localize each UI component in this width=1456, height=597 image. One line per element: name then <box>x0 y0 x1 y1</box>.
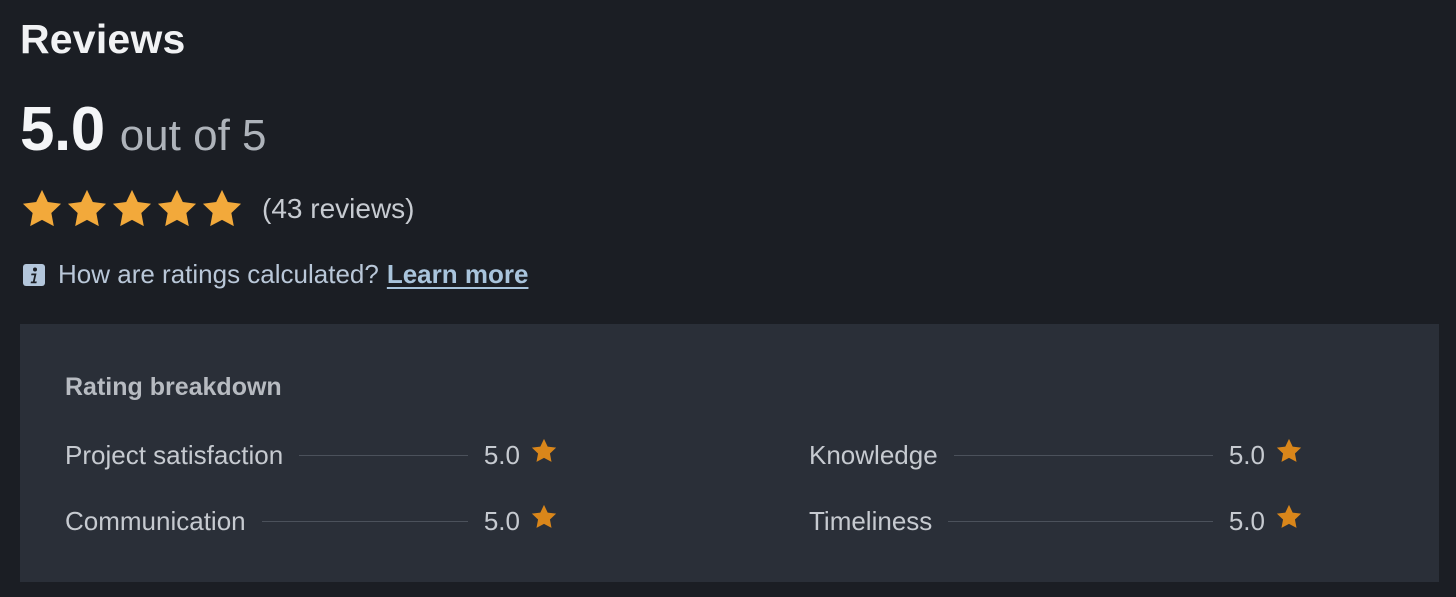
star-icon <box>530 437 558 465</box>
star-icon <box>1275 437 1303 465</box>
star-icon <box>200 187 244 231</box>
learn-more-link[interactable]: Learn more <box>387 259 529 290</box>
score-value: 5.0 <box>20 95 105 164</box>
rating-breakdown-title: Rating breakdown <box>65 373 282 401</box>
info-icon <box>22 263 46 287</box>
overall-stars-row: (43 reviews) <box>20 187 414 231</box>
breakdown-label: Timeliness <box>809 505 933 536</box>
overall-score: 5.0 out of 5 <box>20 94 266 165</box>
breakdown-label: Knowledge <box>809 439 938 470</box>
breakdown-value: 5.0 <box>483 439 520 470</box>
divider-line <box>299 454 468 456</box>
breakdown-value: 5.0 <box>483 505 520 536</box>
star-icon <box>110 187 154 231</box>
divider-line <box>953 454 1213 456</box>
star-icon <box>20 187 64 231</box>
breakdown-row: Project satisfaction 5.0 <box>65 435 558 475</box>
review-count: (43 reviews) <box>262 193 415 224</box>
reviews-title: Reviews <box>20 16 186 62</box>
breakdown-value: 5.0 <box>1228 439 1265 470</box>
star-icon <box>530 503 558 531</box>
breakdown-row: Timeliness 5.0 <box>809 501 1303 541</box>
score-suffix: out of 5 <box>119 111 267 160</box>
breakdown-label: Project satisfaction <box>65 439 284 470</box>
divider-line <box>261 520 468 522</box>
star-icon <box>1275 503 1303 531</box>
breakdown-row: Knowledge 5.0 <box>809 435 1303 475</box>
info-text: How are ratings calculated? <box>58 259 379 289</box>
breakdown-value: 5.0 <box>1228 505 1265 536</box>
star-icon <box>155 187 199 231</box>
breakdown-label: Communication <box>65 505 246 536</box>
ratings-info: How are ratings calculated? Learn more <box>22 259 528 290</box>
breakdown-row: Communication 5.0 <box>65 501 558 541</box>
rating-breakdown-panel: Rating breakdown Project satisfaction 5.… <box>20 324 1439 582</box>
divider-line <box>948 520 1213 522</box>
star-icon <box>65 187 109 231</box>
